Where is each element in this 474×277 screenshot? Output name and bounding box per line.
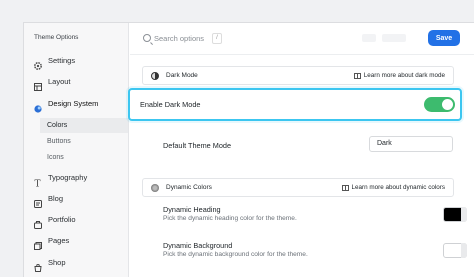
sidebar-subitem-label: Buttons	[47, 138, 71, 145]
sidebar-item-settings[interactable]: Settings	[24, 50, 129, 71]
pages-icon	[34, 237, 42, 250]
dynamic-heading-label: Dynamic Heading	[163, 205, 221, 214]
sidebar-subitem-icons[interactable]: Icons	[47, 150, 129, 165]
svg-text:T: T	[35, 179, 41, 187]
placeholder-bar	[362, 34, 376, 42]
swatch-picker-handle[interactable]	[461, 207, 467, 222]
swatch-picker-handle[interactable]	[461, 243, 467, 258]
placeholder-bar	[382, 34, 406, 42]
sidebar-title: Theme Options	[34, 34, 79, 41]
sidebar: Theme Options Settings Layout Design Sys…	[24, 23, 129, 277]
blog-icon	[34, 195, 42, 208]
topbar: / Save	[130, 23, 474, 55]
sidebar-item-portfolio[interactable]: Portfolio	[24, 209, 129, 230]
dark-mode-icon	[151, 71, 159, 80]
save-button[interactable]: Save	[428, 30, 460, 46]
default-theme-mode-select[interactable]: Dark	[369, 136, 453, 152]
sidebar-item-pages[interactable]: Pages	[24, 230, 129, 251]
layout-icon	[34, 78, 42, 91]
sidebar-item-label: Typography	[48, 173, 88, 182]
sidebar-subitem-colors[interactable]: Colors	[40, 118, 128, 133]
book-icon	[341, 184, 349, 191]
learn-more-label: Learn more about dark mode	[363, 72, 445, 79]
default-theme-mode-label: Default Theme Mode	[163, 141, 232, 150]
design-system-icon	[34, 100, 42, 113]
dynamic-background-label: Dynamic Background	[163, 241, 233, 250]
dynamic-background-description: Pick the dynamic background color for th…	[163, 251, 308, 258]
learn-more-label: Learn more about dynamic colors	[351, 184, 445, 191]
dark-mode-section-header: Dark Mode Learn more about dark mode	[142, 66, 454, 85]
enable-dark-mode-label: Enable Dark Mode	[140, 100, 201, 109]
gear-icon	[34, 57, 42, 70]
theme-options-window: Theme Options Settings Layout Design Sys…	[23, 22, 474, 277]
dynamic-heading-description: Pick the dynamic heading color for the t…	[163, 215, 297, 222]
sidebar-subitem-buttons[interactable]: Buttons	[47, 134, 129, 149]
typography-icon: T	[34, 174, 42, 189]
sidebar-item-shop[interactable]: Shop	[24, 252, 129, 273]
enable-dark-mode-row: Enable Dark Mode	[128, 88, 462, 121]
options-panel: / Save Dark Mode Learn more about dark m…	[130, 23, 474, 277]
sidebar-item-blog[interactable]: Blog	[24, 188, 129, 209]
learn-more-dark-mode-link[interactable]: Learn more about dark mode	[353, 72, 445, 79]
learn-more-dynamic-colors-link[interactable]: Learn more about dynamic colors	[341, 184, 445, 191]
search-shortcut-hint: /	[212, 33, 222, 44]
sidebar-item-design-system[interactable]: Design System	[24, 93, 129, 114]
sidebar-item-label: Shop	[48, 258, 66, 267]
portfolio-icon	[34, 216, 42, 229]
sidebar-item-label: Pages	[48, 236, 70, 245]
sidebar-item-layout[interactable]: Layout	[24, 71, 129, 92]
section-title: Dynamic Colors	[166, 184, 212, 191]
enable-dark-mode-toggle[interactable]	[424, 97, 455, 112]
sidebar-subitem-label: Colors	[47, 122, 68, 129]
sidebar-item-typography[interactable]: T Typography	[24, 167, 129, 189]
sidebar-item-label: Design System	[48, 99, 99, 108]
shop-icon	[34, 259, 42, 272]
dynamic-colors-section-header: Dynamic Colors Learn more about dynamic …	[142, 178, 454, 197]
sidebar-item-label: Portfolio	[48, 215, 76, 224]
sidebar-item-label: Blog	[48, 194, 64, 203]
book-icon	[353, 72, 361, 79]
search-icon	[143, 34, 151, 42]
section-title: Dark Mode	[166, 72, 198, 79]
sidebar-subitem-label: Icons	[47, 154, 64, 161]
dynamic-colors-icon	[151, 183, 159, 192]
sidebar-item-label: Settings	[48, 56, 76, 65]
sidebar-item-label: Layout	[48, 77, 71, 86]
toggle-knob	[442, 99, 453, 110]
